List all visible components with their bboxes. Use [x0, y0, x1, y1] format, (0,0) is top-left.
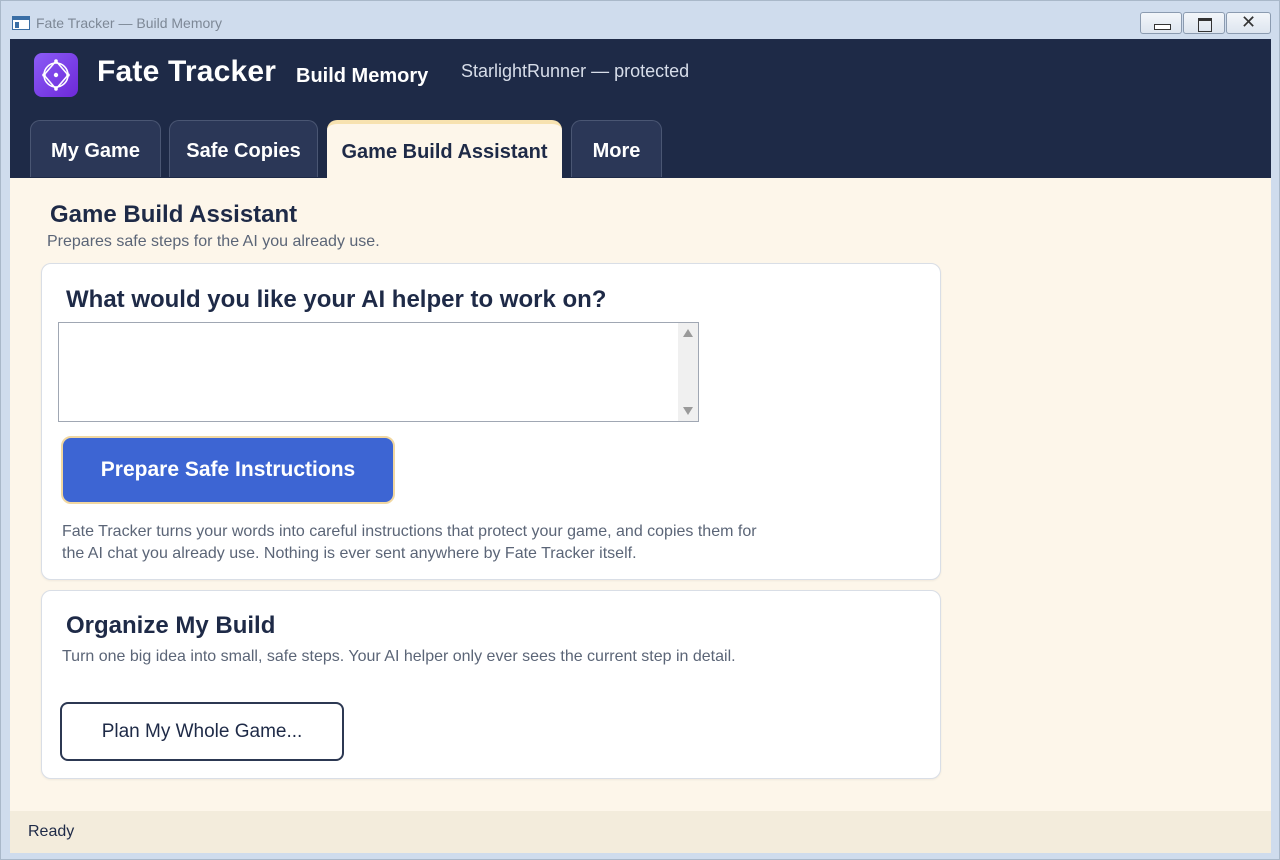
assistant-heading: What would you like your AI helper to wo… [66, 286, 607, 313]
prepare-safe-instructions-button[interactable]: Prepare Safe Instructions [61, 436, 395, 504]
tab-more[interactable]: More [571, 120, 662, 177]
app-name: Fate Tracker [97, 55, 277, 88]
close-icon: ✕ [1240, 12, 1257, 33]
close-button[interactable]: ✕ [1226, 12, 1271, 34]
tab-game-build-assistant[interactable]: Game Build Assistant [327, 120, 562, 178]
page-subtitle: Prepares safe steps for the AI you alrea… [47, 233, 380, 250]
assistant-note: Fate Tracker turns your words into caref… [62, 523, 757, 562]
minimize-button[interactable] [1140, 12, 1182, 34]
organize-note: Turn one big idea into small, safe steps… [62, 648, 736, 665]
app-client: Fate Tracker Build Memory StarlightRunne… [10, 39, 1271, 853]
organize-heading: Organize My Build [66, 612, 276, 639]
status-text: Ready [28, 823, 75, 840]
page-title: Game Build Assistant [50, 201, 298, 228]
app-subtitle: Build Memory [296, 65, 429, 87]
window-app-icon [12, 16, 30, 30]
window-titlebar[interactable]: Fate Tracker — Build Memory ✕ [1, 1, 1279, 39]
app-window: Fate Tracker — Build Memory ✕ Fate Track… [0, 0, 1280, 860]
scroll-up-icon[interactable] [683, 329, 693, 337]
organize-card: Organize My Build Turn one big idea into… [41, 590, 941, 779]
window-title: Fate Tracker — Build Memory [36, 15, 222, 31]
app-header: Fate Tracker Build Memory StarlightRunne… [10, 39, 1271, 178]
request-input[interactable] [59, 323, 679, 421]
status-bar: Ready [10, 811, 1271, 853]
assistant-card: What would you like your AI helper to wo… [41, 263, 941, 580]
user-status: StarlightRunner — protected [461, 61, 690, 81]
tab-my-game[interactable]: My Game [30, 120, 161, 177]
scroll-down-icon[interactable] [683, 407, 693, 415]
request-textarea-frame [58, 322, 699, 422]
compass-diamond-icon [34, 53, 78, 97]
maximize-button[interactable] [1183, 12, 1225, 34]
plan-whole-game-button[interactable]: Plan My Whole Game... [60, 702, 344, 761]
textarea-scrollbar[interactable] [678, 323, 698, 421]
tab-safe-copies[interactable]: Safe Copies [169, 120, 318, 177]
